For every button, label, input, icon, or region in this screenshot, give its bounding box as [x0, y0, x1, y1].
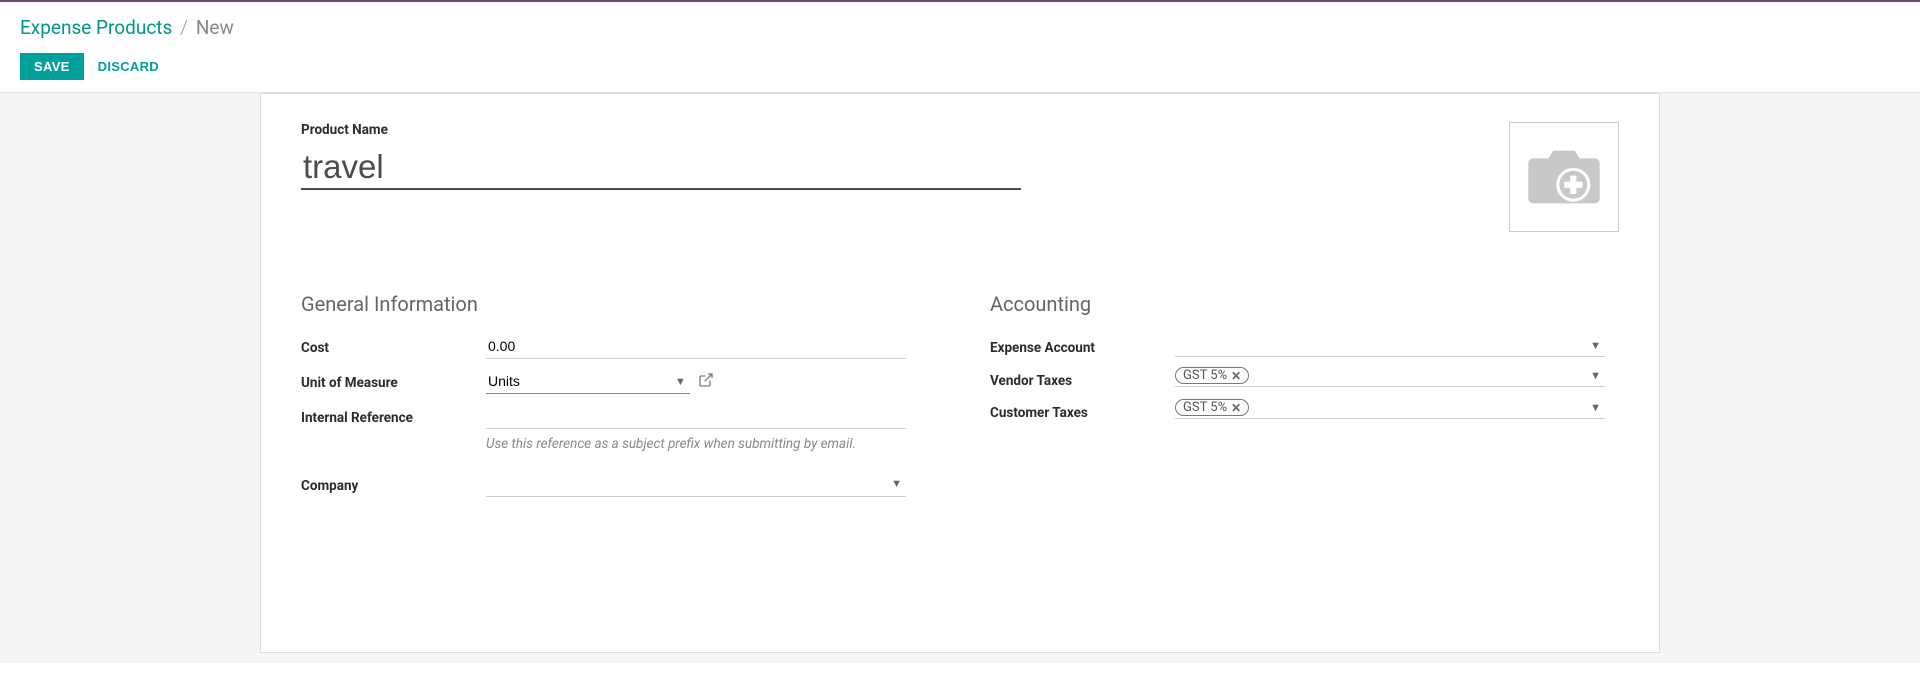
product-name-input[interactable]	[301, 138, 1021, 190]
breadcrumb: Expense Products / New	[20, 16, 1900, 39]
company-select[interactable]: ▼	[486, 472, 906, 497]
tag-remove-icon[interactable]: ✕	[1231, 369, 1241, 383]
customer-taxes-field[interactable]: GST 5% ✕ ▼	[1175, 399, 1605, 419]
content-wrap: Product Name General Information Cost	[0, 92, 1920, 663]
internal-ref-label: Internal Reference	[301, 404, 486, 426]
customer-taxes-label: Customer Taxes	[990, 399, 1175, 421]
row-uom: Unit of Measure ▼	[301, 369, 930, 394]
row-internal-ref: Internal Reference Use this reference as…	[301, 404, 930, 454]
cost-label: Cost	[301, 334, 486, 356]
caret-down-icon[interactable]: ▼	[887, 477, 906, 490]
caret-down-icon[interactable]: ▼	[1586, 339, 1605, 352]
row-vendor-taxes: Vendor Taxes GST 5% ✕ ▼	[990, 367, 1619, 389]
uom-select[interactable]: ▼	[486, 369, 690, 394]
save-button[interactable]: SAVE	[20, 53, 84, 80]
caret-down-icon[interactable]: ▼	[1586, 401, 1605, 414]
vendor-tax-tag-label: GST 5%	[1183, 368, 1227, 383]
form-columns: General Information Cost Unit of Measure…	[301, 292, 1619, 507]
product-image-upload[interactable]	[1509, 122, 1619, 232]
internal-ref-help: Use this reference as a subject prefix w…	[486, 435, 886, 454]
row-customer-taxes: Customer Taxes GST 5% ✕ ▼	[990, 399, 1619, 421]
row-expense-account: Expense Account ▼	[990, 334, 1619, 357]
section-title-general: General Information	[301, 292, 930, 316]
action-bar: SAVE DISCARD	[20, 53, 1900, 92]
title-left: Product Name	[301, 122, 1021, 190]
cost-input[interactable]	[486, 334, 906, 359]
external-link-icon[interactable]	[698, 372, 714, 392]
scroll-area[interactable]: Product Name General Information Cost	[0, 93, 1920, 663]
expense-account-select[interactable]: ▼	[1175, 334, 1605, 357]
product-name-label: Product Name	[301, 122, 1021, 138]
expense-account-label: Expense Account	[990, 334, 1175, 356]
breadcrumb-root[interactable]: Expense Products	[20, 16, 172, 39]
internal-ref-input[interactable]	[486, 404, 906, 429]
title-row: Product Name	[301, 122, 1619, 232]
uom-input[interactable]	[486, 369, 671, 393]
vendor-taxes-label: Vendor Taxes	[990, 367, 1175, 389]
discard-button[interactable]: DISCARD	[98, 59, 159, 74]
breadcrumb-separator: /	[180, 16, 188, 39]
section-title-accounting: Accounting	[990, 292, 1619, 316]
camera-add-icon	[1524, 146, 1604, 208]
uom-label: Unit of Measure	[301, 369, 486, 391]
company-label: Company	[301, 472, 486, 494]
col-accounting: Accounting Expense Account ▼ Vendor Taxe…	[990, 292, 1619, 507]
row-company: Company ▼	[301, 472, 930, 497]
col-general: General Information Cost Unit of Measure…	[301, 292, 930, 507]
customer-tax-tag[interactable]: GST 5% ✕	[1175, 399, 1249, 416]
row-cost: Cost	[301, 334, 930, 359]
caret-down-icon[interactable]: ▼	[671, 375, 690, 388]
vendor-tax-tag[interactable]: GST 5% ✕	[1175, 367, 1249, 384]
breadcrumb-current: New	[196, 16, 234, 39]
company-input[interactable]	[486, 472, 887, 496]
form-sheet: Product Name General Information Cost	[260, 93, 1660, 653]
caret-down-icon[interactable]: ▼	[1586, 369, 1605, 382]
vendor-taxes-field[interactable]: GST 5% ✕ ▼	[1175, 367, 1605, 387]
customer-tax-tag-label: GST 5%	[1183, 400, 1227, 415]
tag-remove-icon[interactable]: ✕	[1231, 401, 1241, 415]
header: Expense Products / New SAVE DISCARD	[0, 2, 1920, 92]
